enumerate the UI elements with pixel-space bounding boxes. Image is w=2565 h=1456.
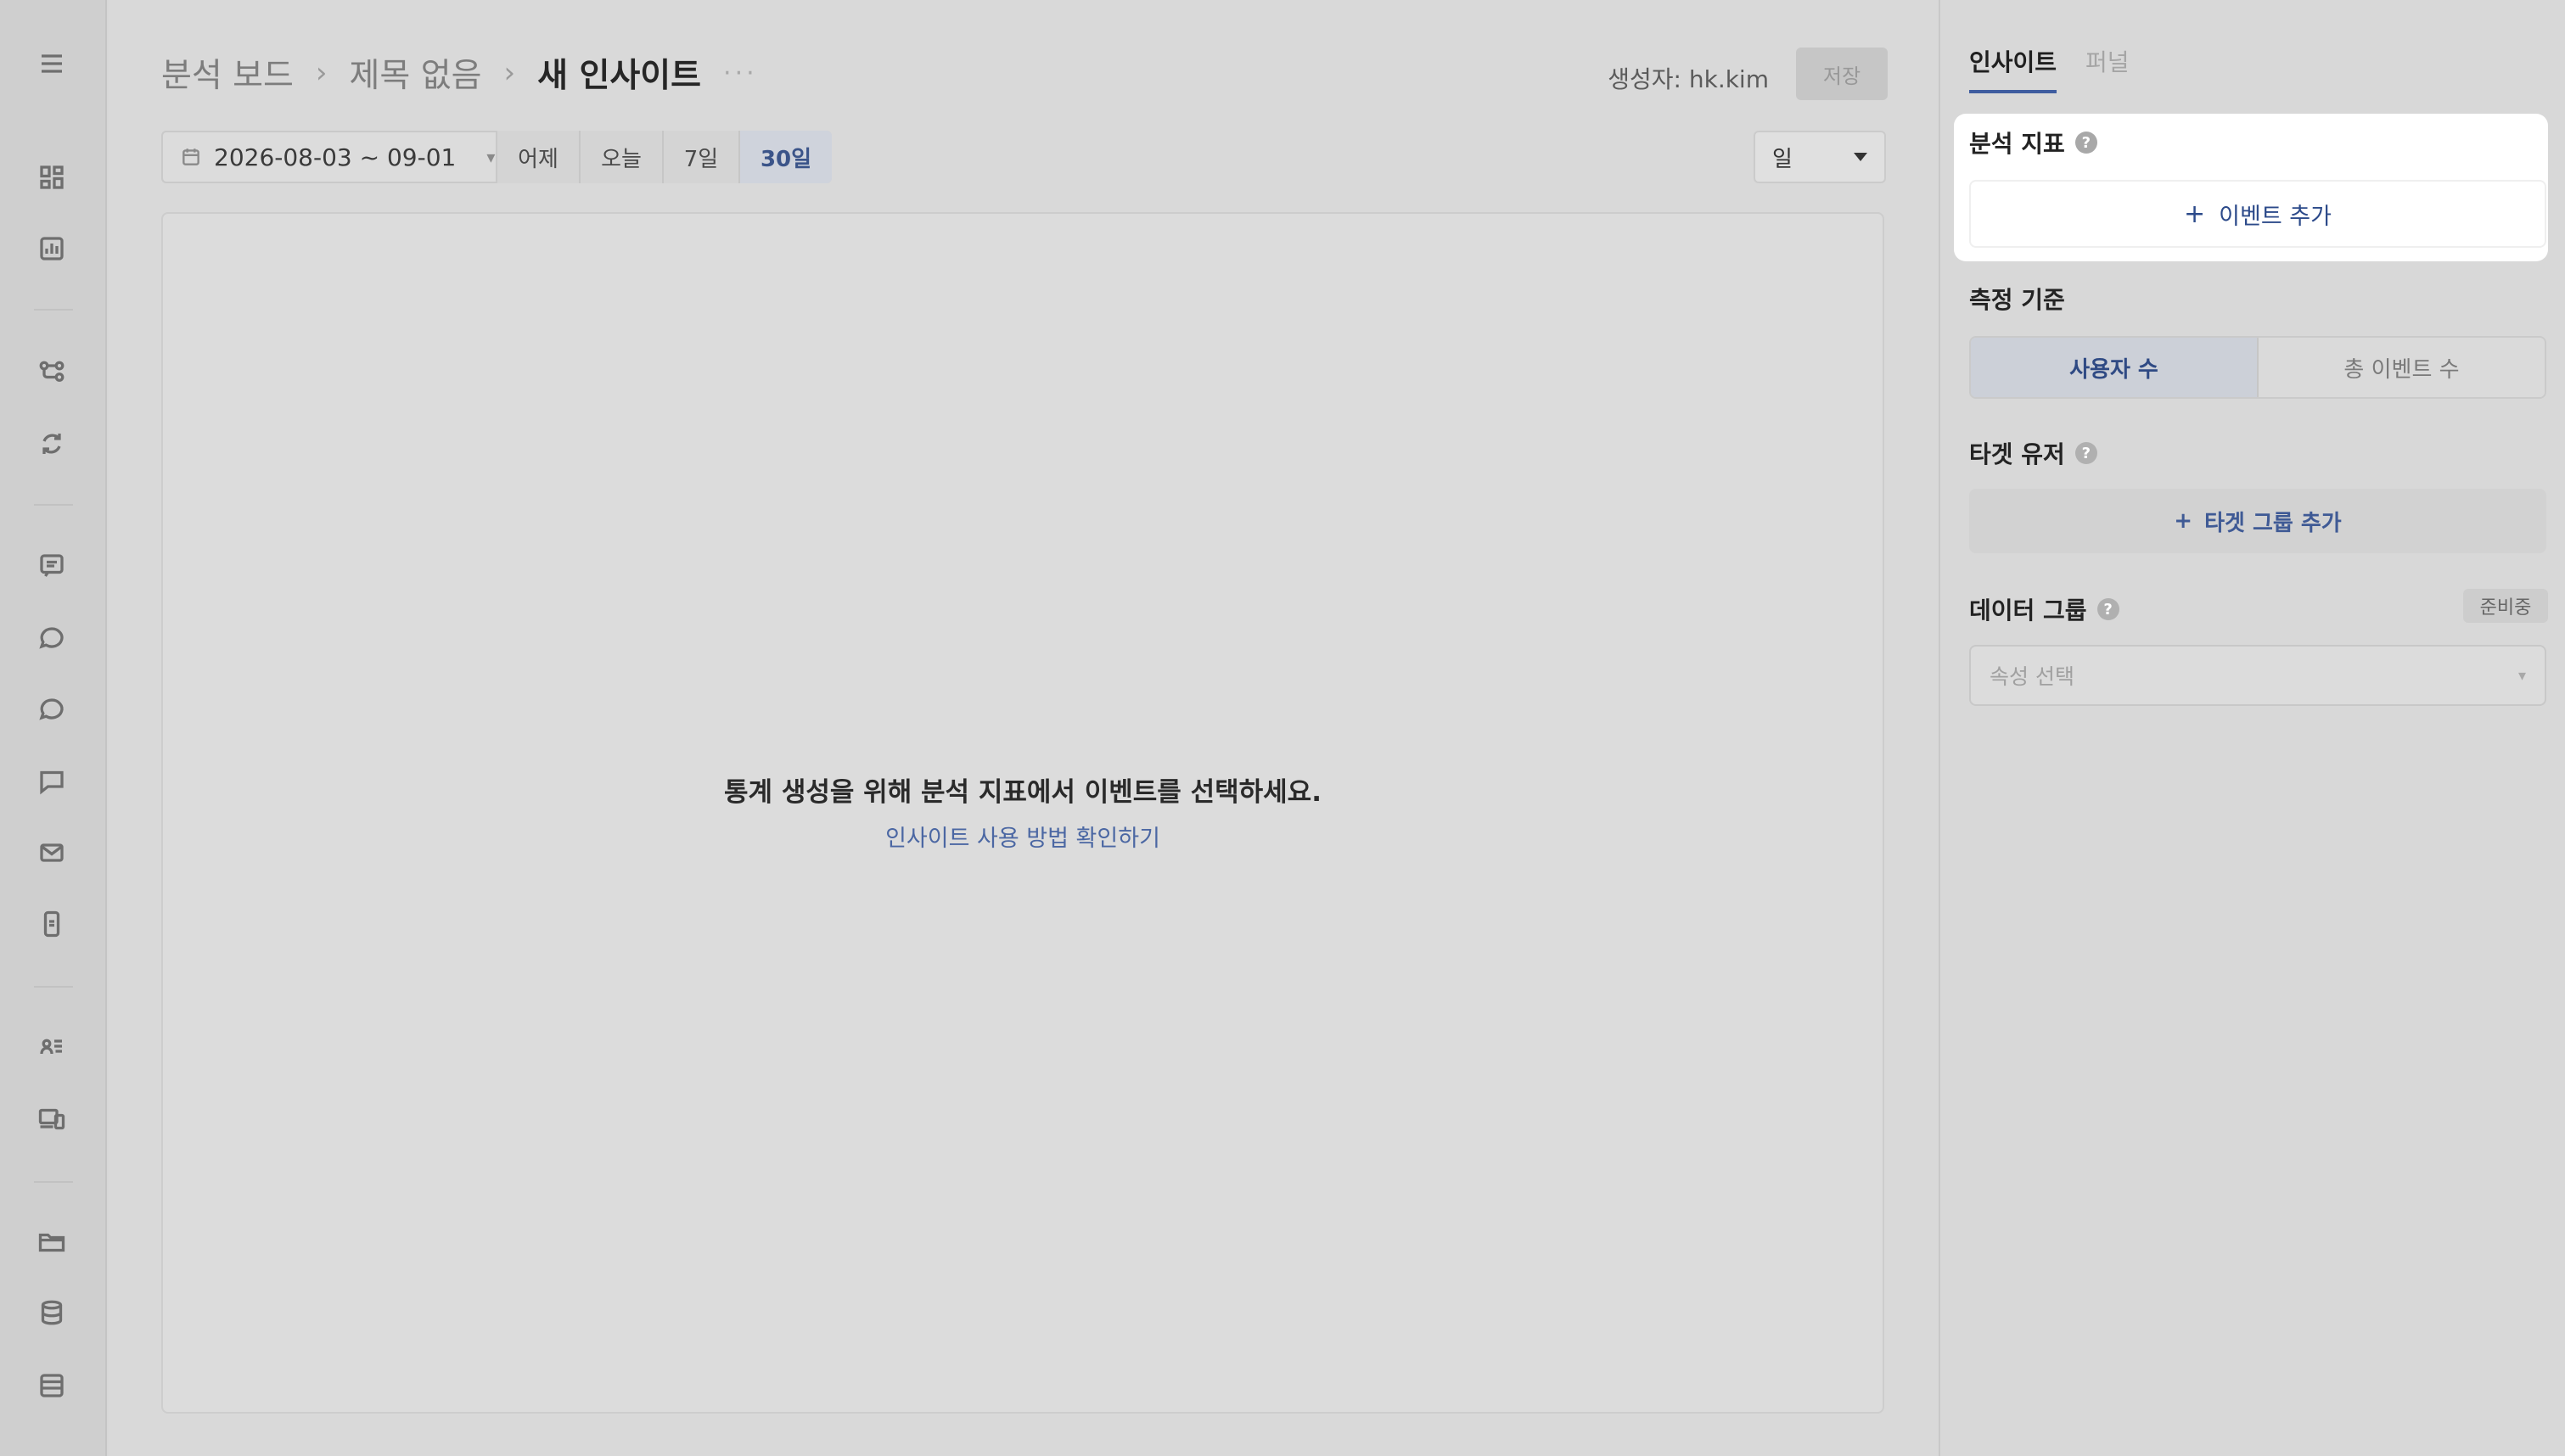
mail-icon[interactable]: [32, 833, 71, 872]
page-title[interactable]: 새 인사이트: [537, 49, 701, 97]
user-list-icon[interactable]: [32, 1027, 71, 1066]
calendar-icon: [182, 148, 199, 165]
main-content: 분석 보드 › 제목 없음 › 새 인사이트 ··· 생성자: hk.kim 저…: [109, 0, 1939, 1456]
measure-title: 측정 기준: [1969, 286, 2065, 314]
date-filter-bar: 2026-08-03 ~ 09-01 ▾ 어제 오늘 7일 30일: [161, 131, 832, 183]
folder-icon[interactable]: [32, 1222, 71, 1261]
attribute-placeholder: 속성 선택: [1990, 664, 2074, 689]
plus-icon: +: [2184, 199, 2206, 229]
devices-icon[interactable]: [32, 1100, 71, 1139]
metric-title: 분석 지표 ?: [1969, 126, 2097, 160]
preset-yesterday[interactable]: 어제: [497, 131, 581, 183]
mobile-icon[interactable]: [32, 904, 71, 944]
add-target-group-button[interactable]: + 타겟 그룹 추가: [1969, 489, 2546, 553]
help-icon[interactable]: ?: [2096, 598, 2119, 620]
chat-icon[interactable]: [32, 619, 71, 658]
flow-icon[interactable]: [32, 351, 71, 390]
empty-state-message: 통계 생성을 위해 분석 지표에서 이벤트를 선택하세요.: [724, 777, 1322, 808]
preset-7d[interactable]: 7일: [664, 131, 740, 183]
table-icon[interactable]: [32, 1366, 71, 1405]
panel-tabs: 인사이트 퍼널: [1969, 44, 2130, 93]
target-title: 타겟 유저 ?: [1969, 436, 2097, 470]
chevron-right-icon: ›: [503, 56, 516, 90]
preset-30d[interactable]: 30일: [740, 131, 832, 183]
measure-users-button[interactable]: 사용자 수: [1971, 338, 2259, 397]
more-options-icon[interactable]: ···: [723, 59, 758, 88]
help-link[interactable]: 인사이트 사용 방법 확인하기: [163, 820, 1883, 853]
menu-icon[interactable]: [32, 44, 71, 83]
creator-name: hk.kim: [1688, 65, 1769, 93]
plus-icon: +: [2174, 508, 2193, 534]
attribute-select[interactable]: 속성 선택 ▾: [1969, 645, 2546, 706]
breadcrumb-item-untitled[interactable]: 제목 없음: [350, 49, 482, 97]
chevron-right-icon: ›: [315, 56, 328, 90]
chevron-down-icon: ▾: [2517, 666, 2526, 685]
chat-bubble-icon[interactable]: [32, 691, 71, 730]
dashboard-icon[interactable]: [32, 158, 71, 197]
refresh-icon[interactable]: [32, 424, 71, 463]
report-icon[interactable]: [32, 229, 71, 268]
preset-today[interactable]: 오늘: [581, 131, 664, 183]
caret-down-icon: [1854, 153, 1867, 161]
tab-insight[interactable]: 인사이트: [1969, 44, 2057, 93]
data-group-title: 데이터 그룹 ?: [1969, 592, 2119, 626]
creator-info: 생성자: hk.kim: [1608, 61, 1769, 95]
tab-funnel[interactable]: 퍼널: [2085, 44, 2130, 93]
measure-events-button[interactable]: 총 이벤트 수: [2259, 338, 2545, 397]
metric-section: 분석 지표 ? + 이벤트 추가: [1954, 114, 2548, 261]
save-button[interactable]: 저장: [1796, 48, 1888, 100]
help-icon[interactable]: ?: [2074, 132, 2097, 154]
message-board-icon[interactable]: [32, 546, 71, 585]
creator-label: 생성자:: [1608, 65, 1681, 93]
measure-toggle: 사용자 수 총 이벤트 수: [1969, 336, 2546, 399]
add-event-button[interactable]: + 이벤트 추가: [1969, 180, 2546, 248]
breadcrumb-item-board[interactable]: 분석 보드: [161, 49, 294, 97]
sidebar-rail: [0, 0, 107, 1456]
status-badge: 준비중: [2463, 589, 2548, 623]
chevron-down-icon: ▾: [486, 147, 496, 167]
database-icon[interactable]: [32, 1293, 71, 1332]
date-range-picker[interactable]: 2026-08-03 ~ 09-01 ▾: [161, 131, 497, 183]
breadcrumb: 분석 보드 › 제목 없음 › 새 인사이트 ···: [161, 49, 758, 97]
granularity-select[interactable]: 일: [1754, 131, 1886, 183]
date-range-value: 2026-08-03 ~ 09-01: [214, 143, 457, 171]
help-icon[interactable]: ?: [2074, 442, 2097, 464]
chat-dots-icon[interactable]: [32, 762, 71, 801]
chart-panel: 통계 생성을 위해 분석 지표에서 이벤트를 선택하세요. 인사이트 사용 방법…: [161, 212, 1884, 1414]
settings-panel: 인사이트 퍼널 분석 지표 ? + 이벤트 추가 측정 기준 사용자 수 총 이…: [1939, 0, 2565, 1456]
granularity-value: 일: [1772, 146, 1793, 172]
